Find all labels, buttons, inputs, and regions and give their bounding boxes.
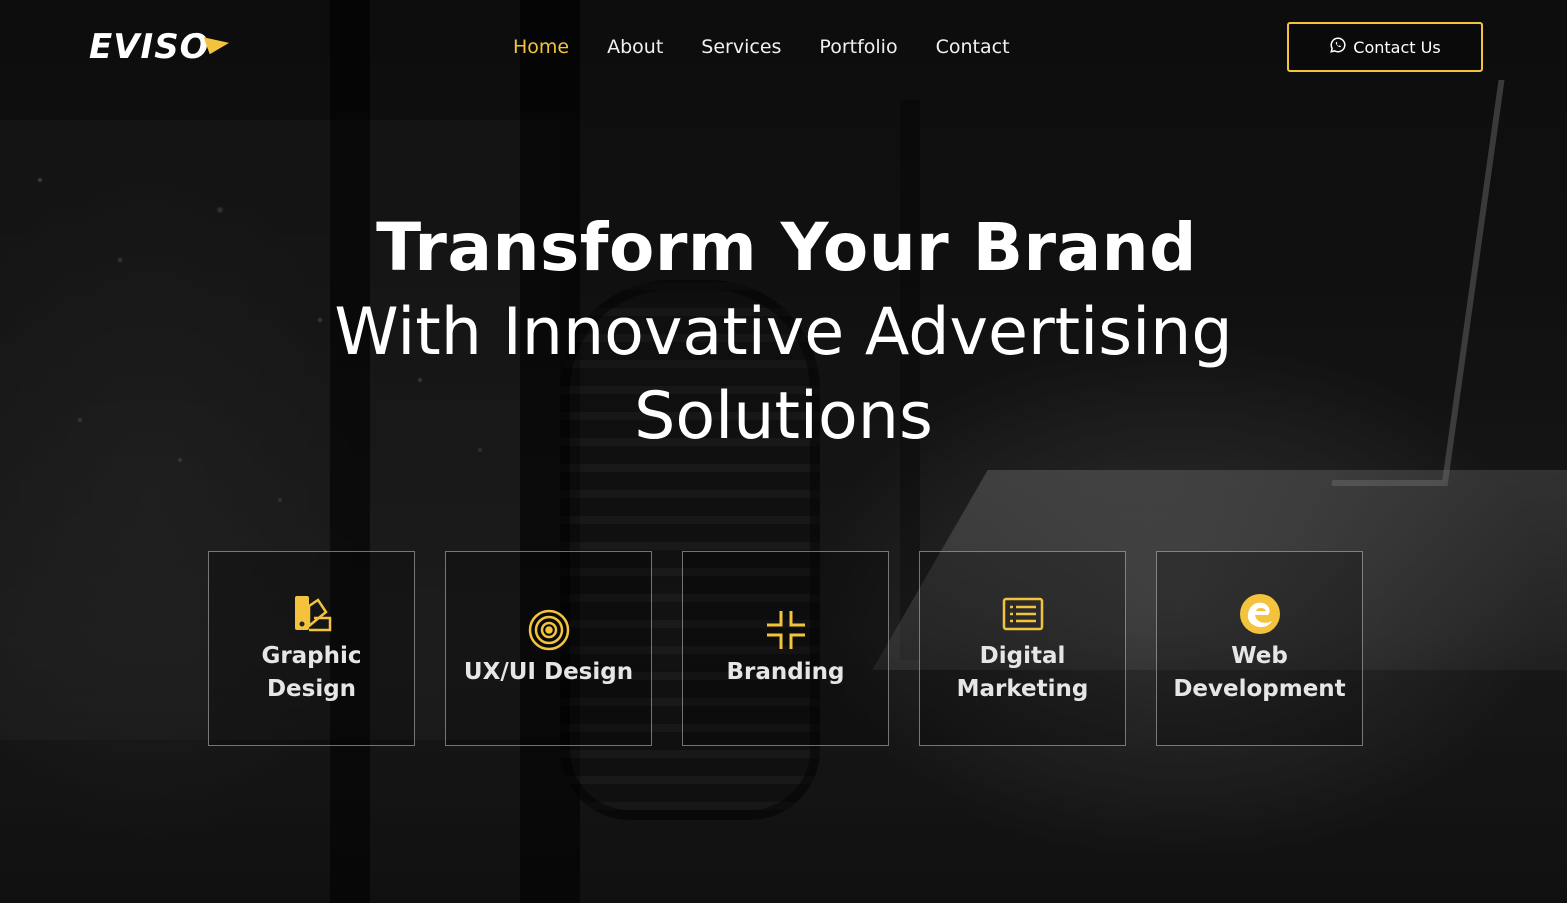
nav-item-services[interactable]: Services — [701, 32, 781, 62]
service-label: Branding — [726, 659, 845, 685]
collapse-corners-icon — [764, 608, 808, 652]
logo[interactable]: EVISO — [89, 27, 231, 67]
service-label: Web Development — [1173, 642, 1346, 702]
service-card-ux-ui-design[interactable]: UX/UI Design — [445, 551, 652, 746]
list-panel-icon — [1001, 592, 1045, 636]
target-circles-icon — [527, 608, 571, 652]
nav-item-home[interactable]: Home — [513, 32, 569, 62]
palette-swatch-icon — [290, 592, 334, 636]
nav-item-contact[interactable]: Contact — [936, 32, 1010, 62]
service-card-graphic-design[interactable]: Graphic Design — [208, 551, 415, 746]
logo-text: EVISO — [89, 27, 210, 67]
hero-headline-bold: Transform Your Brand — [376, 209, 1197, 286]
services-row: Graphic Design UX/UI Design Branding Dig… — [208, 551, 1363, 746]
service-card-branding[interactable]: Branding — [682, 551, 889, 746]
contact-us-label: Contact Us — [1353, 37, 1441, 57]
site-header: EVISO Home About Services Portfolio Cont… — [0, 0, 1567, 95]
service-label: Digital Marketing — [956, 642, 1089, 702]
nav-item-about[interactable]: About — [607, 32, 663, 62]
service-card-web-development[interactable]: Web Development — [1156, 551, 1363, 746]
page: EVISO Home About Services Portfolio Cont… — [0, 0, 1567, 903]
contact-us-button[interactable]: Contact Us — [1287, 22, 1483, 72]
service-label: Graphic Design — [261, 642, 362, 702]
service-label: UX/UI Design — [463, 659, 634, 685]
hero-headline-rest: With Innovative Advertising Solutions — [334, 295, 1233, 454]
nav-item-portfolio[interactable]: Portfolio — [819, 32, 897, 62]
service-card-digital-marketing[interactable]: Digital Marketing — [919, 551, 1126, 746]
hero-section: Transform Your Brand With Innovative Adv… — [0, 205, 1567, 459]
main-nav: Home About Services Portfolio Contact — [513, 32, 1010, 62]
edge-browser-icon — [1238, 592, 1282, 636]
whatsapp-icon — [1329, 36, 1347, 58]
